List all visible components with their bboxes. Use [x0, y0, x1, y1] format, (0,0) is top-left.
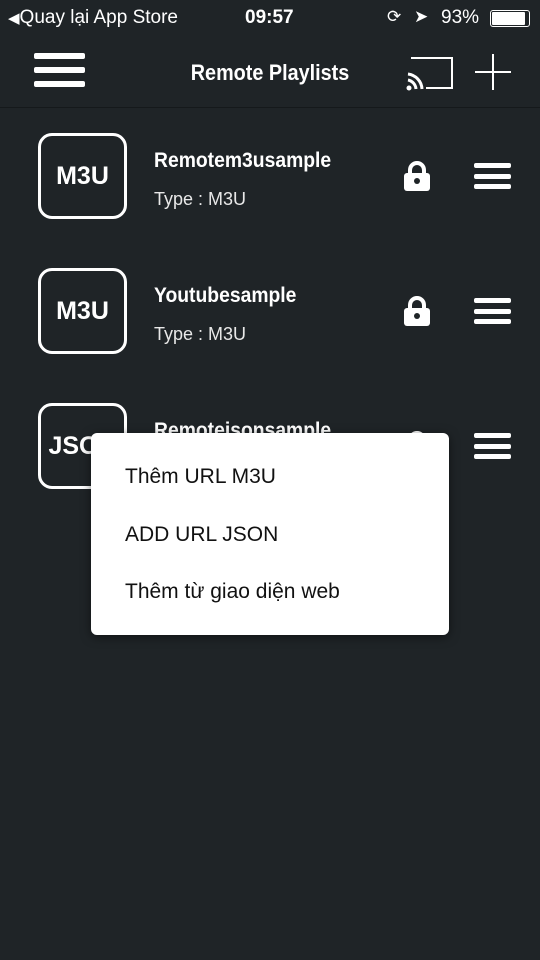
- rotation-lock-icon: ⟳: [387, 7, 402, 26]
- status-bar: ◀Quay lại App Store 09:57 ⟳ ➤ 93%: [0, 0, 540, 36]
- add-playlist-menu: Thêm URL M3U ADD URL JSON Thêm từ giao d…: [91, 433, 449, 635]
- drag-handle-icon[interactable]: [474, 298, 511, 324]
- menu-item-add-m3u-url[interactable]: Thêm URL M3U: [125, 465, 276, 489]
- menu-item-add-from-web[interactable]: Thêm từ giao diện web: [125, 580, 340, 604]
- clock: 09:57: [245, 7, 294, 28]
- location-icon: ➤: [414, 7, 429, 26]
- playlist-item[interactable]: M3U Youtubesample Type : M3U: [0, 268, 540, 403]
- nav-bar: Remote Playlists: [0, 36, 540, 108]
- playlist-name: Youtubesample: [154, 284, 297, 307]
- menu-item-add-json-url[interactable]: ADD URL JSON: [125, 523, 278, 547]
- drag-handle-icon[interactable]: [474, 163, 511, 189]
- back-to-app-store[interactable]: ◀Quay lại App Store: [8, 7, 178, 29]
- lock-icon[interactable]: [402, 296, 432, 326]
- playlist-item[interactable]: M3U Remotem3usample Type : M3U: [0, 133, 540, 268]
- cast-icon[interactable]: [406, 56, 456, 92]
- playlist-type: Type : M3U: [154, 189, 247, 209]
- drag-handle-icon[interactable]: [474, 433, 511, 459]
- playlist-name: Remotem3usample: [154, 149, 332, 172]
- battery-percent: 93%: [441, 7, 480, 28]
- lock-icon[interactable]: [402, 161, 432, 191]
- playlist-type: Type : M3U: [154, 324, 247, 344]
- playlist-type-badge: M3U: [38, 133, 127, 219]
- plus-icon[interactable]: [473, 52, 513, 92]
- playlist-type-badge: M3U: [38, 268, 127, 354]
- battery-icon: [490, 10, 530, 27]
